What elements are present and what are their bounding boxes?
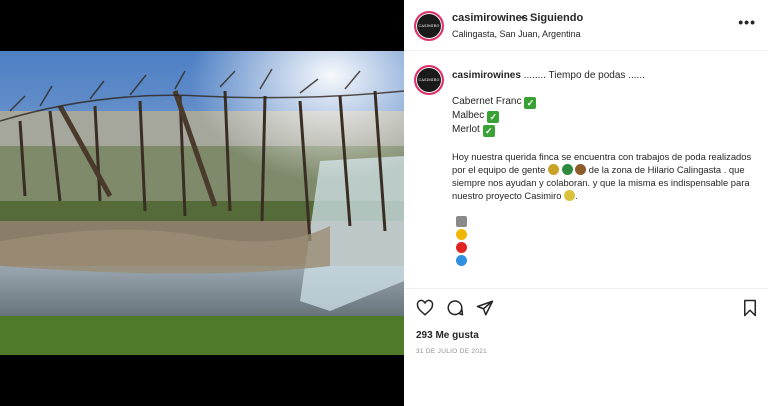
likes-count[interactable]: 293 Me gusta [416,330,479,341]
caption-avatar[interactable]: CASIMIRO [414,65,444,95]
farmer-emoji-icon [547,164,559,175]
sparkle-emoji-icon [564,190,576,201]
check-mark-icon: ✓ [524,97,537,109]
avatar-logo-text: CASIMIRO [418,24,440,28]
location-link[interactable]: Calingasta, San Juan, Argentina [452,29,581,39]
variety-line: Cabernet Franc ✓ [452,96,537,109]
variety-cabernet-franc: Cabernet Franc [452,96,522,107]
post-header: CASIMIRO casimirowines • Siguiendo Calin… [404,0,768,51]
variety-malbec: Malbec [452,110,485,121]
avatar[interactable]: CASIMIRO [414,11,444,41]
check-mark-icon: ✓ [482,125,495,137]
header-username[interactable]: casimirowines [452,12,528,24]
farmer-emoji-icon [575,164,587,175]
emoji-column [456,216,468,266]
sun-emoji-icon [456,229,467,240]
post-media [0,0,404,406]
droplet-emoji-icon [456,255,467,266]
separator-dot: • [521,12,525,24]
bookmark-icon[interactable] [742,299,758,317]
caption-title-text: ........ Tiempo de podas ...... [523,70,645,81]
share-icon[interactable] [476,299,494,317]
post-panel: CASIMIRO casimirowines • Siguiendo Calin… [404,0,768,406]
more-options-icon[interactable]: ••• [738,14,756,30]
vineyard-photo [0,51,404,355]
check-mark-icon: ✓ [487,111,500,123]
caption-username-link[interactable]: casimirowines [452,70,521,81]
post-photo[interactable] [0,51,404,355]
caption-body-end: . [575,190,578,201]
comment-icon[interactable] [446,299,464,317]
post-date[interactable]: 31 DE JULIO DE 2021 [416,348,487,355]
variety-line: Merlot ✓ [452,124,495,137]
caption-title: ........ Tiempo de podas ...... [524,70,645,81]
heart-icon[interactable] [416,299,434,317]
post-footer: 293 Me gusta 31 DE JULIO DE 2021 [404,288,768,406]
heart-emoji-icon [456,242,467,253]
mountain-emoji-icon [456,216,467,227]
avatar-logo-text: CASIMIRO [418,78,440,82]
caption-username: casimirowines ........ Tiempo de podas .… [452,70,645,81]
following-button[interactable]: Siguiendo [530,12,583,24]
caption-body: Hoy nuestra querida finca se encuentra c… [452,150,752,202]
variety-line: Malbec ✓ [452,110,500,123]
tractor-emoji-icon [561,164,573,175]
variety-merlot: Merlot [452,124,480,135]
